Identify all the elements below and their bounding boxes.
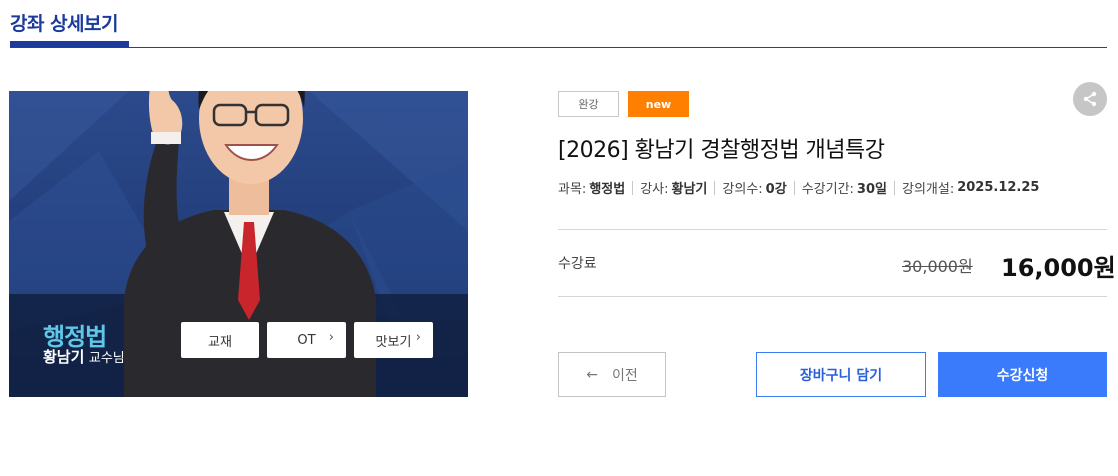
meta-subject-value: 행정법 bbox=[589, 182, 626, 197]
price-divider-bottom bbox=[558, 296, 1107, 297]
page-title: 강좌 상세보기 bbox=[10, 13, 119, 35]
meta-open-date: 강의개설: 2025.12.25 bbox=[902, 178, 1039, 197]
new-badge: new bbox=[628, 91, 689, 117]
heading-underline bbox=[10, 41, 129, 47]
heading-divider bbox=[10, 47, 1107, 48]
sale-price: 16,000원 bbox=[1001, 254, 1116, 282]
preview-button[interactable]: 맛보기 › bbox=[354, 322, 433, 358]
share-icon bbox=[1083, 91, 1097, 107]
meta-separator bbox=[893, 180, 895, 195]
meta-separator bbox=[714, 180, 716, 195]
meta-period-label: 수강기간: bbox=[801, 182, 854, 197]
meta-instructor: 강사: 황남기 bbox=[640, 178, 707, 197]
banner-instructor-title: 교수님 bbox=[88, 351, 125, 366]
meta-instructor-label: 강사: bbox=[640, 182, 669, 197]
share-button[interactable] bbox=[1073, 82, 1107, 116]
meta-separator bbox=[793, 180, 795, 195]
chevron-right-icon: › bbox=[415, 330, 421, 345]
meta-lecture-count-value: 0강 bbox=[765, 182, 787, 197]
ot-button[interactable]: OT › bbox=[267, 322, 346, 358]
add-to-cart-button[interactable]: 장바구니 담기 bbox=[756, 352, 926, 397]
banner-instructor-name: 황남기 bbox=[43, 348, 85, 366]
prev-button-label: 이전 bbox=[611, 367, 638, 384]
course-banner: 행정법 황남기 교수님 교재 OT › 맛보기 › bbox=[9, 91, 468, 397]
course-meta: 과목: 행정법 강사: 황남기 강의수: 0강 수강기간: 30일 강의개설: … bbox=[558, 178, 1039, 197]
price-divider-top bbox=[558, 229, 1107, 230]
meta-subject-label: 과목: bbox=[558, 182, 587, 197]
status-badge: 완강 bbox=[558, 91, 619, 117]
original-price: 30,000원 bbox=[902, 257, 973, 276]
meta-separator bbox=[632, 180, 634, 195]
meta-period-value: 30일 bbox=[856, 182, 887, 197]
arrow-left-icon: ← bbox=[586, 366, 598, 383]
prev-button[interactable]: ← 이전 bbox=[558, 352, 666, 397]
meta-open-date-value: 2025.12.25 bbox=[957, 180, 1040, 195]
banner-instructor: 황남기 교수님 bbox=[43, 346, 125, 367]
meta-period: 수강기간: 30일 bbox=[802, 178, 887, 197]
textbook-button-label: 교재 bbox=[208, 334, 232, 350]
preview-button-label: 맛보기 bbox=[375, 334, 412, 350]
ot-button-label: OT bbox=[297, 332, 316, 348]
meta-lecture-count: 강의수: 0강 bbox=[722, 178, 786, 197]
chevron-right-icon: › bbox=[328, 330, 334, 345]
course-title: [2026] 황남기 경찰행정법 개념특강 bbox=[558, 138, 885, 163]
meta-lecture-count-label: 강의수: bbox=[722, 182, 763, 197]
meta-instructor-value: 황남기 bbox=[671, 182, 708, 197]
meta-subject: 과목: 행정법 bbox=[558, 178, 625, 197]
meta-open-date-label: 강의개설: bbox=[901, 182, 955, 197]
fee-label: 수강료 bbox=[558, 256, 597, 272]
enroll-button[interactable]: 수강신청 bbox=[938, 352, 1107, 397]
textbook-button[interactable]: 교재 bbox=[181, 322, 259, 358]
